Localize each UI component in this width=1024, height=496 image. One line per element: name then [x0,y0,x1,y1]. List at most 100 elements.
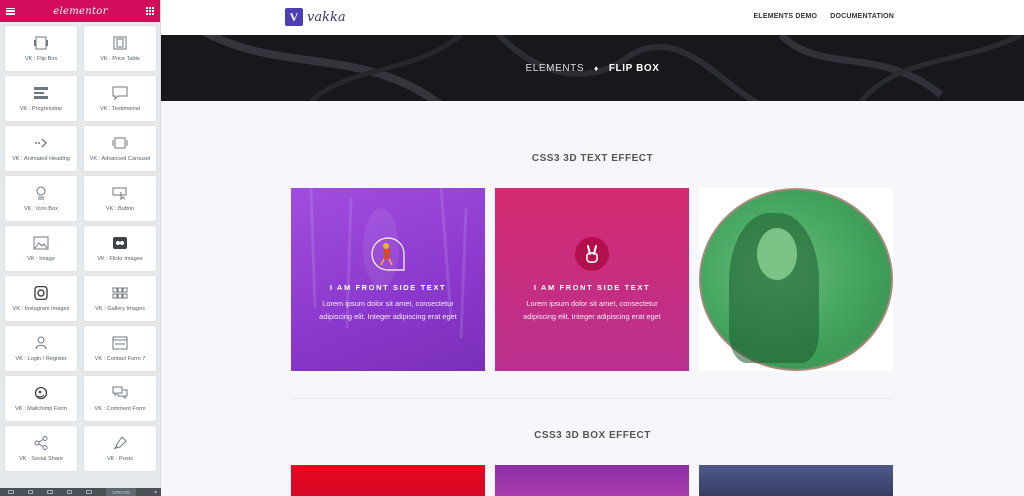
site-header: V vakka ELEMENTS DEMO DOCUMENTATION [161,0,1024,35]
posts-icon [113,435,127,449]
widget-label: VK : Flickr Images [97,255,143,262]
widget-mailchimp-form[interactable]: VK : Mailchimp Form [5,376,77,421]
panel-footer: UPDATE ▴ [0,488,161,496]
main-nav: ELEMENTS DEMO DOCUMENTATION [754,13,894,20]
widget-login-register[interactable]: VK : Login / Register [5,326,77,371]
flip-box-title: I AM FRONT SIDE TEXT [329,282,447,292]
breadcrumb: ELEMENTS ♦ FLIP BOX [525,63,659,74]
login-icon [35,336,47,349]
brand-name: vakka [307,9,346,25]
widget-label: VK : Testimonial [99,105,140,112]
preview-icon[interactable] [86,490,92,494]
panel-header: elementor [0,0,160,22]
history-icon[interactable] [47,490,53,494]
section-divider [291,398,893,399]
widget-label: VK : Mailchimp Form [15,405,67,412]
carousel-icon [112,137,128,148]
widget-posts[interactable]: VK : Posts [84,426,156,471]
widget-label: VK : Contact Form 7 [94,355,146,362]
widget-label: VK : Price Table [100,55,140,62]
peace-hand-icon [575,236,609,271]
widget-progressbar[interactable]: VK : Progressbar [5,76,77,121]
settings-icon[interactable] [8,490,14,494]
widget-label: VK : Social Share [19,455,63,462]
widget-label: VK : Progressbar [19,105,63,112]
widget-button[interactable]: VK : Button [84,176,156,221]
widget-label: VK : Advanced Carousel [89,155,151,162]
portrait-face [757,228,797,280]
flip-box-title: I AM FRONT SIDE TEXT [533,282,651,292]
testimonial-icon [112,86,128,100]
box-effect-card-1[interactable] [291,465,485,496]
share-icon [34,435,48,450]
flip-box-body: Lorem ipsum dolor sit amet, consectetur … [523,298,661,321]
widget-flip-box[interactable]: VK : Flip Box [5,26,77,71]
widgets-grid-icon[interactable] [146,7,154,15]
widget-label: VK : Image [27,255,55,262]
widget-label: VK : Animated Heading [12,155,70,162]
widget-social-share[interactable]: VK : Social Share [5,426,77,471]
page-banner: ELEMENTS ♦ FLIP BOX [161,35,1024,101]
mailchimp-icon [34,386,48,399]
update-button[interactable]: UPDATE [105,488,137,496]
widget-label: VK : Gallery Images [95,305,145,312]
instagram-icon [34,285,48,300]
widget-label: VK : Flip Box [24,55,58,62]
section-title-box-effect: CSS3 3D BOX EFFECT [534,430,651,441]
gallery-icon [112,287,128,298]
button-icon [112,187,127,200]
widget-label: VK : Comment Form [94,405,146,412]
flip-box-body: Lorem ipsum dolor sit amet, consectetur … [319,298,457,321]
widget-animated-heading[interactable]: VK : Animated Heading [5,126,77,171]
site-logo[interactable]: V vakka [285,8,346,26]
box-effect-card-3[interactable] [699,465,893,496]
person-illustration-icon [371,236,405,271]
widget-instagram-images[interactable]: VK : Instagram Images [5,276,77,321]
price-table-icon [113,36,127,49]
site-preview: V vakka ELEMENTS DEMO DOCUMENTATION ELEM… [161,0,1024,496]
widget-gallery-images[interactable]: VK : Gallery Images [84,276,156,321]
breadcrumb-elements[interactable]: ELEMENTS [525,63,584,74]
widget-icon-box[interactable]: VK : Icon Box [5,176,77,221]
flip-box-3-portrait[interactable] [699,188,893,371]
nav-elements-demo[interactable]: ELEMENTS DEMO [754,13,818,20]
chevron-up-icon[interactable]: ▴ [150,489,161,495]
breadcrumb-separator-icon: ♦ [594,63,599,73]
widget-flickr-images[interactable]: VK : Flickr Images [84,226,156,271]
widget-comment-form[interactable]: VK : Comment Form [84,376,156,421]
navigator-icon[interactable] [27,490,34,494]
widget-price-table[interactable]: VK : Price Table [84,26,156,71]
flip-box-icon [34,36,48,49]
nav-documentation[interactable]: DOCUMENTATION [830,13,894,20]
section-title-text-effect: CSS3 3D TEXT EFFECT [531,153,654,164]
animated-heading-icon [35,138,47,147]
widget-contact-form[interactable]: VK : Contact Form 7 [84,326,156,371]
flickr-icon [113,236,127,249]
widget-advanced-carousel[interactable]: VK : Advanced Carousel [84,126,156,171]
app-root: elementor VK : Flip Box VK : Price Table… [0,0,1024,496]
flip-box-front: I AM FRONT SIDE TEXT Lorem ipsum dolor s… [495,188,689,371]
comment-form-icon [112,386,128,399]
contact-form-icon [112,336,128,349]
widget-label: VK : Posts [106,455,134,462]
breadcrumb-current: FLIP BOX [608,62,660,74]
widget-list: VK : Flip Box VK : Price Table VK : Prog… [5,26,157,471]
flip-box-2[interactable]: I AM FRONT SIDE TEXT Lorem ipsum dolor s… [495,188,689,371]
widget-label: VK : Icon Box [24,205,58,212]
widget-testimonial[interactable]: VK : Testimonial [84,76,156,121]
menu-icon[interactable] [6,7,15,15]
widget-label: VK : Instagram Images [12,305,70,312]
progressbar-icon [34,86,48,99]
image-icon [33,236,49,249]
flip-box-front: I AM FRONT SIDE TEXT Lorem ipsum dolor s… [291,188,485,371]
icon-box-icon [36,186,46,199]
elementor-logo: elementor [53,5,108,17]
widget-label: VK : Button [105,205,135,212]
elementor-panel: elementor VK : Flip Box VK : Price Table… [0,0,161,496]
responsive-icon[interactable] [66,490,73,494]
widget-label: VK : Login / Register [15,355,67,362]
flip-box-1[interactable]: I AM FRONT SIDE TEXT Lorem ipsum dolor s… [291,188,485,371]
brand-mark: V [285,8,303,26]
widget-image[interactable]: VK : Image [5,226,77,271]
box-effect-card-2[interactable] [495,465,689,496]
